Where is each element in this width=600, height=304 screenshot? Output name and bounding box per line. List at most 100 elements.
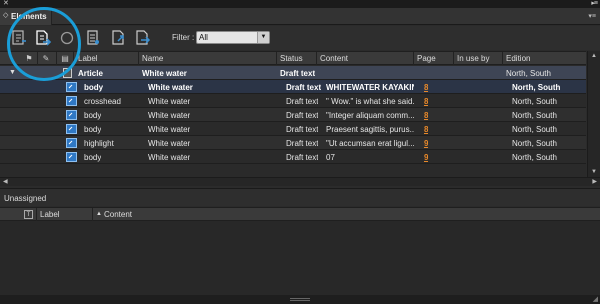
text-type-icon[interactable]: T xyxy=(24,210,33,219)
filter-label: Filter : xyxy=(172,33,195,42)
window-titlebar: ✕ ▸≡ xyxy=(0,0,600,8)
page-icon[interactable]: ▤ xyxy=(60,54,70,64)
row-page-link[interactable]: 8 xyxy=(424,111,428,120)
row-name: White water xyxy=(148,111,191,120)
panel-footer: ◢ xyxy=(0,295,600,304)
row-content: " Wow." is what she said... xyxy=(326,97,414,106)
row-status: Draft text xyxy=(286,111,319,120)
table-row[interactable]: body White water Draft text 07 9 North, … xyxy=(0,150,586,164)
row-page-link[interactable]: 8 xyxy=(424,83,428,92)
unassigned-col-label[interactable]: Label xyxy=(40,210,60,219)
unassigned-col-content[interactable]: Content xyxy=(104,210,132,219)
panel-tabbar: ◇ Elements ▾≡ xyxy=(0,8,600,25)
article-name: White water xyxy=(142,69,187,78)
table-row[interactable]: body White water Draft text Praesent sag… xyxy=(0,122,586,136)
row-status: Draft text xyxy=(286,139,319,148)
row-edition: North, South xyxy=(512,125,557,134)
scroll-left-icon[interactable]: ◀ xyxy=(3,178,8,185)
disclosure-triangle-icon[interactable]: ▼ xyxy=(9,69,16,76)
row-edition: North, South xyxy=(512,97,557,106)
row-name: White water xyxy=(148,97,191,106)
row-name: White water xyxy=(148,125,191,134)
row-page-link[interactable]: 9 xyxy=(424,139,428,148)
circle-icon[interactable] xyxy=(58,29,76,47)
row-status: Draft text xyxy=(286,83,322,92)
text-element-icon xyxy=(66,124,77,134)
add-element-icon[interactable] xyxy=(10,29,28,47)
tab-elements-label: Elements xyxy=(11,12,47,21)
col-content[interactable]: Content xyxy=(320,54,348,63)
collapse-arrows-icon[interactable]: ◇ xyxy=(3,11,8,19)
scroll-right-icon[interactable]: ▶ xyxy=(592,178,597,185)
text-element-icon xyxy=(66,110,77,120)
article-edition: North, South xyxy=(506,69,551,78)
unassigned-section-header: Unassigned xyxy=(0,188,600,206)
row-label: body xyxy=(84,83,104,92)
col-page[interactable]: Page xyxy=(417,54,436,63)
close-icon[interactable]: ✕ xyxy=(3,0,9,7)
scroll-down-icon[interactable]: ▼ xyxy=(591,169,597,175)
row-edition: North, South xyxy=(512,153,557,162)
article-row[interactable]: ▼ Article White water Draft text North, … xyxy=(0,66,586,80)
flag-icon[interactable]: ⚑ xyxy=(24,54,34,64)
row-content: "Integer aliquam comm... xyxy=(326,111,414,120)
row-page-link[interactable]: 9 xyxy=(424,153,428,162)
table-header: ⚑ ✎ ▤ Label Name Status Content Page In … xyxy=(0,51,586,65)
row-page-link[interactable]: 8 xyxy=(424,97,428,106)
text-element-icon xyxy=(66,138,77,148)
row-status: Draft text xyxy=(286,97,319,106)
row-edition: North, South xyxy=(512,111,557,120)
row-content: WHITEWATER KAYAKING xyxy=(326,83,414,92)
row-edition: North, South xyxy=(512,83,561,92)
text-element-icon xyxy=(66,152,77,162)
row-label: body xyxy=(84,125,102,134)
row-name: White water xyxy=(148,83,193,92)
row-name: White water xyxy=(148,139,191,148)
row-label: body xyxy=(84,111,102,120)
toolbar: Filter : All ▼ xyxy=(0,26,600,50)
sort-icon[interactable]: ▲ xyxy=(96,211,102,217)
row-content: "Ut accumsan erat ligul... xyxy=(326,139,414,148)
row-label: body xyxy=(84,153,102,162)
resize-corner-icon[interactable]: ◢ xyxy=(593,295,598,303)
table-row[interactable]: body White water Draft text "Integer ali… xyxy=(0,108,586,122)
export-element-icon[interactable] xyxy=(34,29,52,47)
chevron-down-icon[interactable]: ▼ xyxy=(257,32,269,43)
link-element-icon[interactable] xyxy=(110,29,128,47)
row-status: Draft text xyxy=(286,125,319,134)
text-element-icon xyxy=(66,96,77,106)
filter-value: All xyxy=(199,33,208,42)
row-status: Draft text xyxy=(286,153,319,162)
resize-grip[interactable] xyxy=(290,298,310,301)
article-status: Draft text xyxy=(280,69,316,78)
col-name[interactable]: Name xyxy=(142,54,163,63)
col-status[interactable]: Status xyxy=(280,54,303,63)
row-name: White water xyxy=(148,153,191,162)
place-element-icon[interactable] xyxy=(134,29,152,47)
row-label: highlight xyxy=(84,139,114,148)
window-menu-icon[interactable]: ▸≡ xyxy=(591,0,598,7)
pencil-icon[interactable]: ✎ xyxy=(41,54,51,64)
document-list-icon[interactable] xyxy=(84,29,102,47)
panel-menu-icon[interactable]: ▾≡ xyxy=(588,12,596,20)
row-page-link[interactable]: 8 xyxy=(424,125,428,134)
vertical-scrollbar[interactable]: ▲ ▼ xyxy=(587,51,600,177)
table-row[interactable]: highlight White water Draft text "Ut acc… xyxy=(0,136,586,150)
col-edition[interactable]: Edition xyxy=(506,54,530,63)
unassigned-table-header: T Label ▲ Content xyxy=(0,207,600,221)
scroll-up-icon[interactable]: ▲ xyxy=(591,53,597,59)
elements-table: ▼ Article White water Draft text North, … xyxy=(0,65,586,177)
col-in-use-by[interactable]: In use by xyxy=(457,54,489,63)
row-edition: North, South xyxy=(512,139,557,148)
unassigned-list xyxy=(0,221,600,295)
tab-elements[interactable]: ◇ Elements xyxy=(0,8,52,25)
row-content: Praesent sagittis, purus... xyxy=(326,125,414,134)
filter-select[interactable]: All ▼ xyxy=(196,31,270,44)
article-icon xyxy=(63,68,72,78)
unassigned-title: Unassigned xyxy=(4,194,47,203)
table-row[interactable]: body White water Draft text WHITEWATER K… xyxy=(0,80,586,94)
table-row[interactable]: crosshead White water Draft text " Wow."… xyxy=(0,94,586,108)
text-element-icon xyxy=(66,82,77,92)
col-label[interactable]: Label xyxy=(78,54,98,63)
horizontal-scrollbar[interactable]: ◀ ▶ xyxy=(0,177,600,186)
